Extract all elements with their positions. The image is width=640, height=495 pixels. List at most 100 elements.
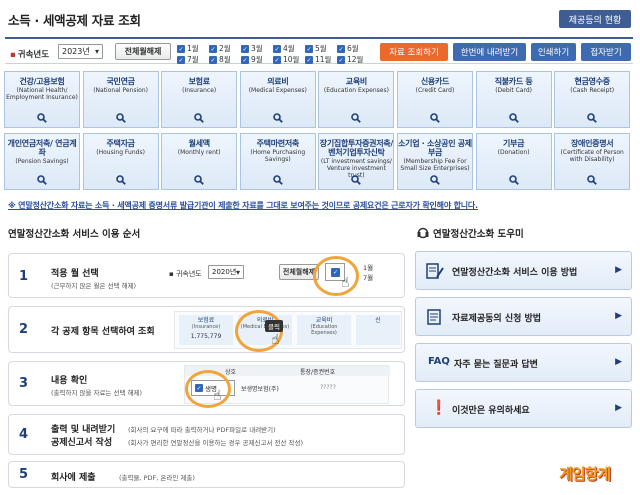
category-card[interactable]: 의료비 (Medical Expenses) xyxy=(239,71,316,128)
step-2: 2 각 공제 항목 선택하여 조회 보험료 (Insurance) 1,775,7… xyxy=(8,306,405,353)
magnifier-icon xyxy=(587,113,598,123)
click-tooltip: 클릭 xyxy=(265,320,283,332)
checkbox-checked-icon: ✓ xyxy=(209,55,217,64)
category-english: (Pension Savings) xyxy=(15,158,69,165)
category-card[interactable]: 기부금 (Donation) xyxy=(475,133,552,190)
category-card[interactable]: 직불카드 등 (Debit Card) xyxy=(475,71,552,128)
step-title: 내용 확인 xyxy=(51,376,88,386)
month-label: 8월 xyxy=(219,55,231,64)
magnifier-icon xyxy=(37,113,47,123)
category-card[interactable]: 개인연금저축/ 연금계좌 (Pension Savings) xyxy=(4,133,80,190)
page-title: 소득 · 세액공제 자료 조회 xyxy=(8,13,141,28)
magnifier-icon xyxy=(115,113,126,123)
help-button[interactable]: 접자받기 xyxy=(581,43,631,61)
thumb-row-name: 보생명보험(주) xyxy=(241,386,279,393)
category-label: 장애인증명서 xyxy=(571,139,614,148)
month-checkbox[interactable]: ✓ 6월 xyxy=(337,43,359,54)
help-item-label: 이것만은 유의하세요 xyxy=(452,406,530,416)
month-checkbox[interactable]: ✓ 2월 xyxy=(209,43,231,54)
step-2-illustration: 보험료(Insurance) 1,775,779 의료비(Medical Exp… xyxy=(174,310,402,352)
month-label: 12월 xyxy=(347,55,364,64)
help-item-consent-method[interactable]: 자료제공동의 신청 방법 ▶ xyxy=(415,297,632,336)
month-label: 1월 xyxy=(187,44,199,53)
month-checkbox[interactable]: ✓ 3월 xyxy=(241,43,263,54)
month-label: 2월 xyxy=(219,44,231,53)
month-checkbox[interactable]: ✓ 10월 xyxy=(273,54,299,65)
month-checkbox[interactable]: ✓ 4월 xyxy=(273,43,295,54)
month-checkbox[interactable]: ✓ 7월 xyxy=(177,54,199,65)
category-card[interactable]: 주택마련저축 (Home Purchasing Savings) xyxy=(239,133,316,190)
help-item-usage-method[interactable]: 연말정산간소화 서비스 이용 방법 ▶ xyxy=(415,251,632,290)
category-english: (Certificate of Person with Disability) xyxy=(560,149,624,163)
month-checkbox[interactable]: ✓ 8월 xyxy=(209,54,231,65)
checkbox-checked-icon: ✓ xyxy=(337,55,345,64)
month-label: 11월 xyxy=(315,55,332,64)
thumb-card-insurance: 보험료 (Insurance) 1,775,779 xyxy=(179,315,233,345)
category-label: 보험료 xyxy=(188,77,210,86)
hand-cursor-icon: ☝ xyxy=(341,275,350,291)
help-title: 연말정산간소화 도우미 xyxy=(417,226,524,240)
month-label: 4월 xyxy=(283,44,295,53)
checkbox-checked-icon: ✓ xyxy=(305,44,313,53)
year-label: ▪ 귀속년도 xyxy=(10,50,50,60)
step-number: 1 xyxy=(19,269,29,284)
magnifier-icon xyxy=(351,113,362,123)
category-card[interactable]: 보험료 (Insurance) xyxy=(161,71,238,128)
headset-icon xyxy=(417,227,429,239)
category-card[interactable]: 국민연금 (National Pension) xyxy=(82,71,159,128)
select-all-button[interactable]: 전체월해제 xyxy=(115,43,171,60)
highlight-ring xyxy=(313,256,359,296)
category-card[interactable]: 소기업 · 소상공인 공제부금 (Membership Fee For Small… xyxy=(397,133,473,190)
magnifier-icon xyxy=(508,113,519,123)
month-checkbox[interactable]: ✓ 11월 xyxy=(305,54,331,65)
thumb-card-partial: 신 xyxy=(356,315,400,345)
help-item-caution[interactable]: ❗ 이것만은 유의하세요 ▶ xyxy=(415,389,632,428)
month-label: 9월 xyxy=(251,55,263,64)
month-checkbox[interactable]: ✓ 12월 xyxy=(337,54,363,65)
thumb-month-1: 1월 xyxy=(363,264,374,272)
category-card[interactable]: 월세액 (Monthly rent) xyxy=(161,133,238,190)
print-button[interactable]: 인쇄하기 xyxy=(531,43,576,61)
category-card[interactable]: 현금영수증 (Cash Receipt) xyxy=(554,71,631,128)
category-label: 기부금 xyxy=(503,139,525,148)
category-label: 신용카드 xyxy=(420,77,450,86)
search-button[interactable]: 자료 조회하기 xyxy=(380,43,448,61)
category-card[interactable]: 주택자금 (Housing Funds) xyxy=(82,133,159,190)
exclamation-icon: ❗ xyxy=(430,400,448,416)
step-title: 각 공제 항목 선택하여 조회 xyxy=(51,327,155,337)
help-item-label: 자료제공동의 신청 방법 xyxy=(452,314,542,324)
category-card[interactable]: 장기집합투자증권저축/ 벤처기업투자신탁 (LT investment savin… xyxy=(318,133,395,190)
month-label: 6월 xyxy=(347,44,359,53)
arrow-right-icon: ▶ xyxy=(615,403,622,413)
step-title: 회사에 제출 xyxy=(51,473,96,483)
magnifier-icon xyxy=(194,175,205,185)
category-card[interactable]: 장애인증명서 (Certificate of Person with Disabi… xyxy=(554,133,631,190)
checkbox-checked-icon: ✓ xyxy=(241,55,249,64)
category-english: (Membership Fee For Small Size Enterpris… xyxy=(400,158,470,172)
month-checkbox[interactable]: ✓ 9월 xyxy=(241,54,263,65)
download-button[interactable]: 한번에 내려받기 xyxy=(453,43,526,61)
step-number: 5 xyxy=(19,467,29,482)
notice-text: ※ 연말정산간소화 자료는 소득 · 세액공제 증명서류 발급기관이 제출한 자… xyxy=(8,201,478,210)
step-3: 3 내용 확인 (출력하지 않을 자료는 선택 해제) 상호 통장/증권번호 ✓… xyxy=(8,361,405,408)
category-label: 건강/고용보험 xyxy=(19,77,65,86)
highlight-ring xyxy=(185,370,231,408)
help-item-faq[interactable]: FAQ 자주 묻는 질문과 답변 ▶ xyxy=(415,343,632,382)
checkbox-checked-icon: ✓ xyxy=(177,55,185,64)
category-english: (Monthly rent) xyxy=(177,149,221,156)
month-checkbox[interactable]: ✓ 1월 xyxy=(177,43,199,54)
year-select[interactable]: 2023년 xyxy=(58,44,103,59)
arrow-right-icon: ▶ xyxy=(615,357,622,367)
category-label: 소기업 · 소상공인 공제부금 xyxy=(398,139,472,157)
category-label: 직불카드 등 xyxy=(494,77,533,86)
category-english: (Home Purchasing Savings) xyxy=(250,149,306,163)
category-card[interactable]: 교육비 (Education Expenses) xyxy=(318,71,395,128)
category-label: 장기집합투자증권저축/ 벤처기업투자신탁 xyxy=(319,139,394,157)
category-card[interactable]: 신용카드 (Credit Card) xyxy=(397,71,473,128)
status-button[interactable]: 제공등의 현황 xyxy=(559,10,631,28)
arrow-right-icon: ▶ xyxy=(615,265,622,275)
month-checkbox[interactable]: ✓ 5월 xyxy=(305,43,327,54)
step-title: 적용 월 선택 xyxy=(51,269,99,279)
category-card[interactable]: 건강/고용보험 (National Health/ Employment Insu… xyxy=(4,71,80,128)
hand-cursor-icon: ☝ xyxy=(271,332,280,348)
